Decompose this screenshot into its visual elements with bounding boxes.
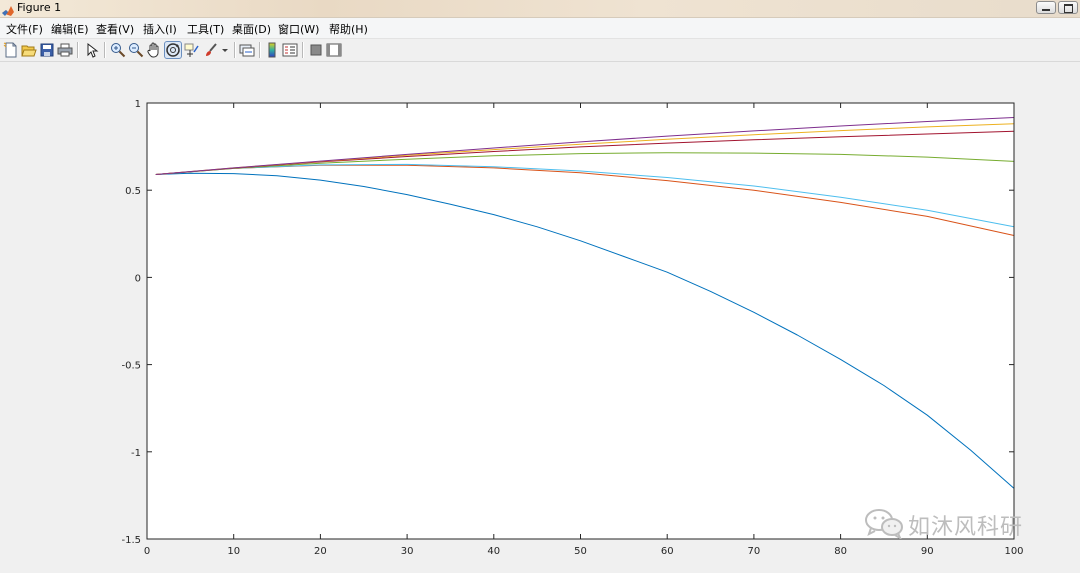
x-tick-label: 0 [144,546,150,557]
figure-canvas[interactable]: 0 10 20 30 40 50 60 70 80 90 100 1 0.5 0 -0.5 -1 -1.5 [0,62,1080,573]
watermark-text: 如沐风科研 [908,515,1024,540]
colorbar-icon[interactable] [264,42,280,58]
watermark: 如沐风科研 [864,508,1023,542]
rotate-3d-icon[interactable] [164,41,182,59]
window-title: Figure 1 [17,1,62,14]
plot-axes[interactable]: 0 10 20 30 40 50 60 70 80 90 100 1 0.5 0 -0.5 -1 -1.5 [121,99,1023,557]
toolbar-separator [302,42,304,58]
wechat-logo-icon [864,507,904,543]
menu-tools[interactable]: 工具(T) [187,21,224,37]
print-icon[interactable] [57,42,73,58]
figure-toolbar [0,39,1080,62]
pan-icon[interactable] [146,42,162,58]
link-plot-icon[interactable] [239,42,255,58]
menu-file[interactable]: 文件(F) [6,21,43,37]
restore-button[interactable] [1058,1,1078,14]
x-tick-label: 80 [834,546,847,557]
y-tick-label: -0.5 [121,361,141,372]
title-bar: Figure 1 [0,0,1080,18]
legend-icon[interactable] [282,42,298,58]
show-plot-tools-icon[interactable] [326,42,342,58]
axes-background [147,103,1014,539]
x-tick-label: 100 [1004,546,1023,557]
toolbar-separator [234,42,236,58]
pointer-icon[interactable] [84,42,100,58]
y-tick-label: 1 [135,99,141,110]
minimize-button[interactable] [1036,1,1056,14]
brush-icon[interactable] [203,42,219,58]
x-tick-label: 10 [227,546,240,557]
toolbar-separator [259,42,261,58]
save-icon[interactable] [39,42,55,58]
menu-window[interactable]: 窗口(W) [278,21,319,37]
x-tick-label: 90 [921,546,934,557]
x-tick-label: 60 [661,546,674,557]
toolbar-separator [104,42,106,58]
menu-desktop[interactable]: 桌面(D) [232,21,271,37]
x-tick-label: 40 [487,546,500,557]
chevron-down-icon[interactable] [220,42,230,58]
x-tick-label: 50 [574,546,587,557]
y-tick-label: -1.5 [121,535,141,546]
menu-bar: 文件(F) 编辑(E) 查看(V) 插入(I) 工具(T) 桌面(D) 窗口(W… [0,18,1080,39]
open-file-icon[interactable] [21,42,37,58]
new-figure-icon[interactable] [3,42,19,58]
y-tick-label: -1 [131,448,141,459]
menu-view[interactable]: 查看(V) [96,21,134,37]
toolbar-separator [77,42,79,58]
x-tick-label: 20 [314,546,327,557]
menu-help[interactable]: 帮助(H) [329,21,368,37]
data-cursor-icon[interactable] [184,42,200,58]
menu-insert[interactable]: 插入(I) [143,21,177,37]
zoom-out-icon[interactable] [128,42,144,58]
x-tick-label: 70 [748,546,761,557]
zoom-in-icon[interactable] [110,42,126,58]
y-tick-label: 0.5 [125,186,141,197]
hide-plot-tools-icon[interactable] [308,42,324,58]
menu-edit[interactable]: 编辑(E) [51,21,89,37]
y-tick-label: 0 [135,273,141,284]
matlab-logo-icon [2,2,14,16]
x-tick-label: 30 [401,546,414,557]
